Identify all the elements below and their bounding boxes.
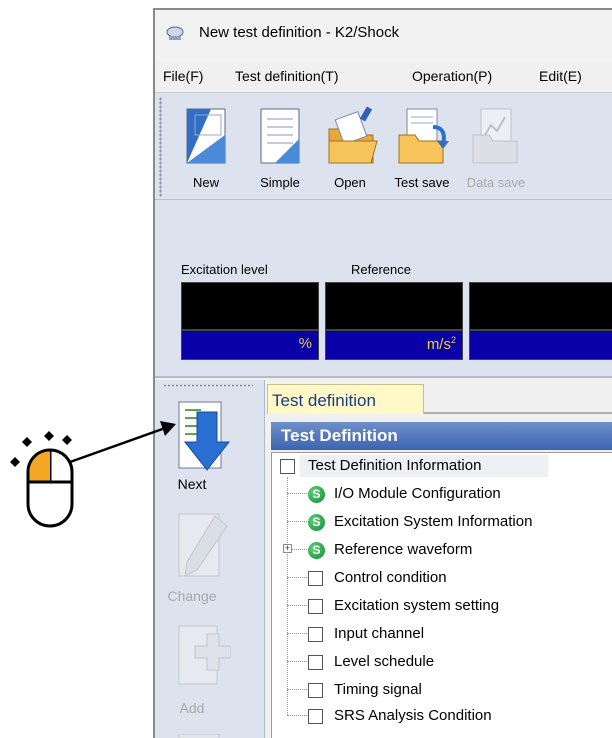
checkbox[interactable] xyxy=(308,683,323,698)
excitation-unit-text: % xyxy=(298,335,312,352)
pointer-arrow xyxy=(69,421,176,464)
set-status-icon: S xyxy=(308,542,325,559)
excitation-level-unit: % xyxy=(181,330,319,360)
meter-panel: Excitation level Reference % m/s2 xyxy=(155,200,612,378)
tree-connector xyxy=(287,605,307,606)
tree-connector xyxy=(287,493,307,494)
tab-test-definition-label: Test definition xyxy=(272,391,376,410)
checkbox[interactable] xyxy=(308,571,323,586)
reference-caption: Reference xyxy=(351,262,411,277)
toolbar: New Simple Open Test save Data save xyxy=(155,92,612,200)
tree-item-label: I/O Module Configuration xyxy=(334,485,501,502)
add-plus-icon xyxy=(178,625,231,685)
change-label: Change xyxy=(167,588,217,604)
simple-button[interactable]: Simple xyxy=(243,99,317,195)
checkbox[interactable] xyxy=(308,655,323,670)
tree-item-input-channel[interactable]: Input channel xyxy=(308,623,608,645)
open-label: Open xyxy=(334,175,366,190)
checkbox[interactable] xyxy=(308,599,323,614)
tab-test-definition[interactable]: Test definition xyxy=(267,384,424,414)
change-button[interactable]: Change xyxy=(155,502,265,612)
third-meter-unit xyxy=(469,330,612,360)
third-meter-display xyxy=(469,282,612,330)
open-folder-icon xyxy=(328,106,378,164)
simple-label: Simple xyxy=(260,175,300,190)
tree-item-excitation-system-information[interactable]: S Excitation System Information xyxy=(308,511,608,533)
tree-item-excitation-system-setting[interactable]: Excitation system setting xyxy=(308,595,608,617)
tree-item-label: Test Definition Information xyxy=(308,457,482,474)
simple-document-icon xyxy=(260,108,300,164)
excitation-level-display xyxy=(181,282,319,330)
partial-icon xyxy=(178,734,220,738)
reference-unit: m/s2 xyxy=(325,330,463,360)
tree-connector xyxy=(287,633,307,634)
tree-item-label: Input channel xyxy=(334,625,425,642)
tree-item-label: Excitation System Information xyxy=(334,513,533,530)
test-save-button[interactable]: Test save xyxy=(385,99,459,195)
menu-bar: File(F) Test definition(T) Operation(P) … xyxy=(155,62,612,92)
add-button[interactable]: Add xyxy=(155,614,265,724)
save-folder-icon xyxy=(398,108,449,164)
mouse-click-icon xyxy=(10,431,74,528)
tree-connector xyxy=(287,577,307,578)
partial-sidebar-button[interactable] xyxy=(155,726,265,738)
tree-item-label: Timing signal xyxy=(334,681,422,698)
tree-item-control-condition[interactable]: Control condition xyxy=(308,567,608,589)
checkbox[interactable] xyxy=(280,459,295,474)
tree-item-reference-waveform[interactable]: S Reference waveform xyxy=(308,539,608,561)
menu-edit[interactable]: Edit(E) xyxy=(539,68,582,84)
add-label: Add xyxy=(179,700,205,716)
tree-item-srs-analysis-condition[interactable]: SRS Analysis Condition xyxy=(308,705,608,727)
test-definition-panel: Test Definition Test Definition Informat… xyxy=(267,414,612,738)
data-save-icon xyxy=(472,108,518,164)
tree-connector xyxy=(287,661,307,662)
test-definition-header: Test Definition xyxy=(271,422,612,450)
test-save-label: Test save xyxy=(394,175,450,190)
tree-connector xyxy=(287,477,288,715)
expand-plus-icon[interactable]: + xyxy=(283,544,292,553)
app-window: New test definition - K2/Shock File(F) T… xyxy=(153,8,612,738)
tree-item-test-definition-information[interactable]: Test Definition Information xyxy=(280,455,560,477)
set-status-icon: S xyxy=(308,486,325,503)
reference-display xyxy=(325,282,463,330)
tree-item-io-module-configuration[interactable]: S I/O Module Configuration xyxy=(308,483,608,505)
set-status-icon: S xyxy=(308,514,325,531)
tree-item-label: Control condition xyxy=(334,569,447,586)
tree-item-label: Excitation system setting xyxy=(334,597,500,614)
excitation-level-meter: % xyxy=(181,282,319,364)
tree-item-timing-signal[interactable]: Timing signal xyxy=(308,679,608,701)
tree-item-label: SRS Analysis Condition xyxy=(334,707,492,724)
checkbox[interactable] xyxy=(308,709,323,724)
test-definition-header-text: Test Definition xyxy=(281,426,398,445)
reference-meter: m/s2 xyxy=(325,282,463,364)
third-meter xyxy=(469,282,612,364)
reference-unit-exponent: 2 xyxy=(450,335,456,345)
tree-item-label: Reference waveform xyxy=(334,541,473,558)
open-button[interactable]: Open xyxy=(313,99,387,195)
menu-test-definition[interactable]: Test definition(T) xyxy=(235,68,338,84)
data-save-button[interactable]: Data save xyxy=(459,99,533,195)
menu-operation[interactable]: Operation(P) xyxy=(412,68,492,84)
checkbox[interactable] xyxy=(308,627,323,642)
data-save-label: Data save xyxy=(466,175,526,190)
tree-connector xyxy=(287,715,307,716)
window-title: New test definition - K2/Shock xyxy=(199,24,400,41)
test-definition-tree: Test Definition Information S I/O Module… xyxy=(271,452,612,738)
tree-item-label: Level schedule xyxy=(334,653,435,670)
tree-item-level-schedule[interactable]: Level schedule xyxy=(308,651,608,673)
title-bar: New test definition - K2/Shock xyxy=(155,10,612,62)
tree-connector xyxy=(287,689,307,690)
pencil-icon xyxy=(178,513,228,577)
tree-connector xyxy=(287,521,307,522)
reference-unit-text: m/s xyxy=(426,336,451,353)
